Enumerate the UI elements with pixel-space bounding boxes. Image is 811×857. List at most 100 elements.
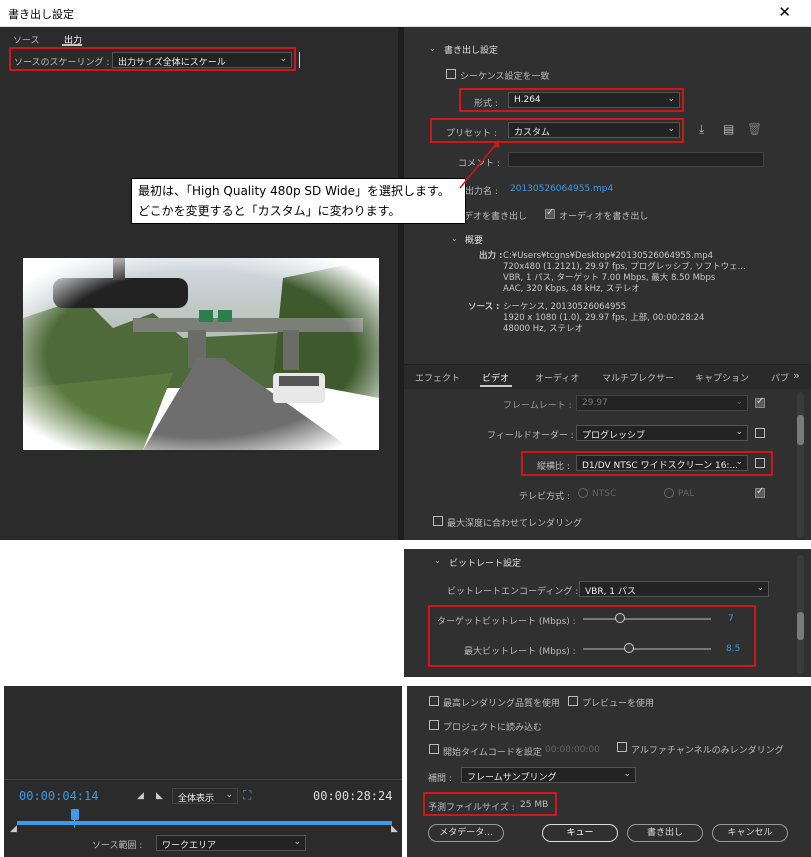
frame-rate-label: フレームレート : (503, 401, 572, 411)
tv-ntsc-radio[interactable] (578, 488, 588, 498)
mark-in-icon[interactable]: ◢ (137, 791, 144, 801)
callout-line2: どこかを変更すると「カスタム」に変わります。 (138, 204, 401, 218)
max-depth-checkbox[interactable] (433, 516, 443, 526)
bitrate-scrollbar-thumb[interactable] (797, 612, 804, 640)
mark-out-icon[interactable]: ◣ (156, 791, 163, 801)
close-icon[interactable]: ✕ (778, 3, 791, 21)
format-select[interactable]: H.264 ⌄ (508, 92, 680, 108)
chevron-down-icon: ⌄ (667, 124, 675, 134)
chevron-down-icon: ⌄ (735, 457, 743, 467)
field-order-label: フィールドオーダー : (487, 431, 574, 441)
tv-ntsc-label: NTSC (592, 489, 617, 499)
import-project-label: プロジェクトに読み込む (443, 723, 543, 733)
start-timecode-checkbox[interactable] (429, 744, 439, 754)
summary-output-lines: C:¥Users¥tcgns¥Desktop¥20130526064955.mp… (503, 251, 746, 294)
field-order-checkbox[interactable] (755, 428, 765, 438)
tab-multiplexer[interactable]: マルチプレクサー (602, 371, 674, 384)
settings-scrollbar-thumb[interactable] (797, 415, 804, 445)
max-bitrate-knob[interactable] (624, 643, 634, 653)
settings-scrollbar[interactable] (797, 392, 804, 537)
metadata-button[interactable]: メタデータ... (428, 824, 504, 842)
export-video-label: デオを書き出し (464, 212, 528, 222)
max-depth-label: 最大深度に合わせてレンダリング (447, 519, 583, 529)
timeline-panel (4, 686, 402, 857)
out-point-handle[interactable]: ◣ (391, 824, 398, 834)
callout-line1: 最初は、「High Quality 480p SD Wide」を選択します。 (138, 184, 450, 198)
export-button[interactable]: 書き出し (627, 824, 703, 842)
max-quality-label: 最高レンダリング品質を使用 (443, 699, 561, 709)
output-name-link[interactable]: 20130526064955.mp4 (510, 184, 613, 194)
summary-output-label: 出力 : (479, 251, 503, 261)
tab-source[interactable]: ソース (13, 33, 40, 46)
alpha-only-checkbox[interactable] (617, 742, 627, 752)
target-bitrate-label: ターゲットビットレート (Mbps) : (437, 617, 576, 627)
chevron-down-icon: ⌄ (735, 397, 743, 407)
aspect-select[interactable]: D1/DV NTSC ワイドスクリーン 16:... ⌄ (576, 455, 748, 471)
start-timecode-label: 開始タイムコードを設定 (443, 748, 542, 758)
window-title: 書き出し設定 (8, 8, 74, 21)
preview-frame (23, 258, 379, 450)
queue-button[interactable]: キュー (542, 824, 618, 842)
match-sequence-checkbox[interactable] (446, 69, 456, 79)
start-timecode-value: 00:00:00:00 (545, 745, 600, 755)
tab-captions[interactable]: キャプション (695, 371, 749, 384)
bitrate-encoding-select[interactable]: VBR, 1 パス ⌄ (579, 581, 769, 597)
frame-rate-checkbox[interactable] (755, 396, 765, 408)
scaling-select[interactable]: 出力サイズ全体にスケール ⌄ (112, 52, 292, 68)
max-bitrate-track[interactable] (583, 648, 711, 650)
zoom-select[interactable]: 全体表示 ⌄ (172, 788, 238, 804)
save-preset-icon[interactable]: ⤓ (699, 122, 704, 137)
export-audio-checkbox[interactable] (545, 207, 555, 219)
tab-audio[interactable]: オーディオ (535, 371, 579, 384)
aspect-label: 縦横比 : (537, 462, 570, 472)
chevron-down-icon: ⌄ (225, 790, 233, 800)
chevron-down-icon: ⌄ (279, 54, 287, 64)
summary-source-lines: シーケンス, 20130526064955 1920 x 1080 (1.0),… (503, 302, 705, 334)
collapse-arrow-icon[interactable]: ⌄ (429, 44, 436, 53)
comment-input[interactable] (508, 152, 764, 167)
window-titlebar: 書き出し設定 ✕ (0, 0, 811, 27)
tab-video[interactable]: ビデオ (482, 371, 509, 384)
preset-select[interactable]: カスタム ⌄ (508, 122, 680, 138)
frame-rate-select: 29.97 ⌄ (576, 395, 748, 411)
summary-header: 概要 (465, 236, 484, 246)
bitrate-header: ビットレート設定 (449, 559, 522, 569)
target-bitrate-track[interactable] (583, 618, 711, 620)
collapse-arrow-icon[interactable]: ⌄ (434, 556, 441, 565)
tv-standard-checkbox[interactable] (755, 486, 765, 498)
tv-pal-label: PAL (678, 489, 695, 499)
scaling-label: ソースのスケーリング : (14, 58, 110, 68)
interpolation-label: 補間 : (428, 774, 452, 784)
import-preset-icon[interactable]: ▤ (723, 122, 734, 136)
target-bitrate-value[interactable]: 7 (728, 614, 734, 624)
end-timecode: 00:00:28:24 (313, 789, 393, 803)
max-quality-checkbox[interactable] (429, 696, 439, 706)
tab-effects[interactable]: エフェクト (415, 371, 460, 384)
aspect-checkbox[interactable] (755, 458, 765, 468)
tabs-overflow-icon[interactable]: » (793, 369, 800, 382)
filesize-label: 予測ファイルサイズ : (428, 803, 515, 813)
fit-frame-icon[interactable]: ⛶ (243, 788, 251, 803)
summary-source-label: ソース : (468, 302, 500, 312)
in-point-handle[interactable]: ◢ (10, 824, 17, 834)
max-bitrate-label: 最大ビットレート (Mbps) : (464, 647, 576, 657)
current-timecode[interactable]: 00:00:04:14 (19, 789, 98, 803)
source-range-select[interactable]: ワークエリア ⌄ (156, 835, 306, 851)
interpolation-select[interactable]: フレームサンプリング ⌄ (461, 767, 636, 783)
tv-pal-radio[interactable] (664, 488, 674, 498)
delete-preset-icon[interactable]: 🗑 (747, 122, 762, 136)
cancel-button[interactable]: キャンセル (712, 824, 788, 842)
playhead[interactable] (71, 809, 79, 820)
export-settings-header: 書き出し設定 (444, 46, 499, 56)
collapse-arrow-icon[interactable]: ⌄ (451, 234, 458, 243)
import-project-checkbox[interactable] (429, 720, 439, 730)
max-bitrate-value[interactable]: 8.5 (726, 644, 740, 654)
instruction-callout: 最初は、「High Quality 480p SD Wide」を選択します。 ど… (131, 178, 466, 224)
target-bitrate-knob[interactable] (615, 613, 625, 623)
field-order-select[interactable]: プログレッシブ ⌄ (576, 425, 748, 441)
filesize-value: 25 MB (520, 800, 549, 810)
chevron-down-icon: ⌄ (293, 837, 301, 847)
match-sequence-label: シーケンス設定を一致 (460, 72, 550, 82)
tab-publish[interactable]: パブ (771, 371, 789, 384)
use-preview-checkbox[interactable] (568, 696, 578, 706)
